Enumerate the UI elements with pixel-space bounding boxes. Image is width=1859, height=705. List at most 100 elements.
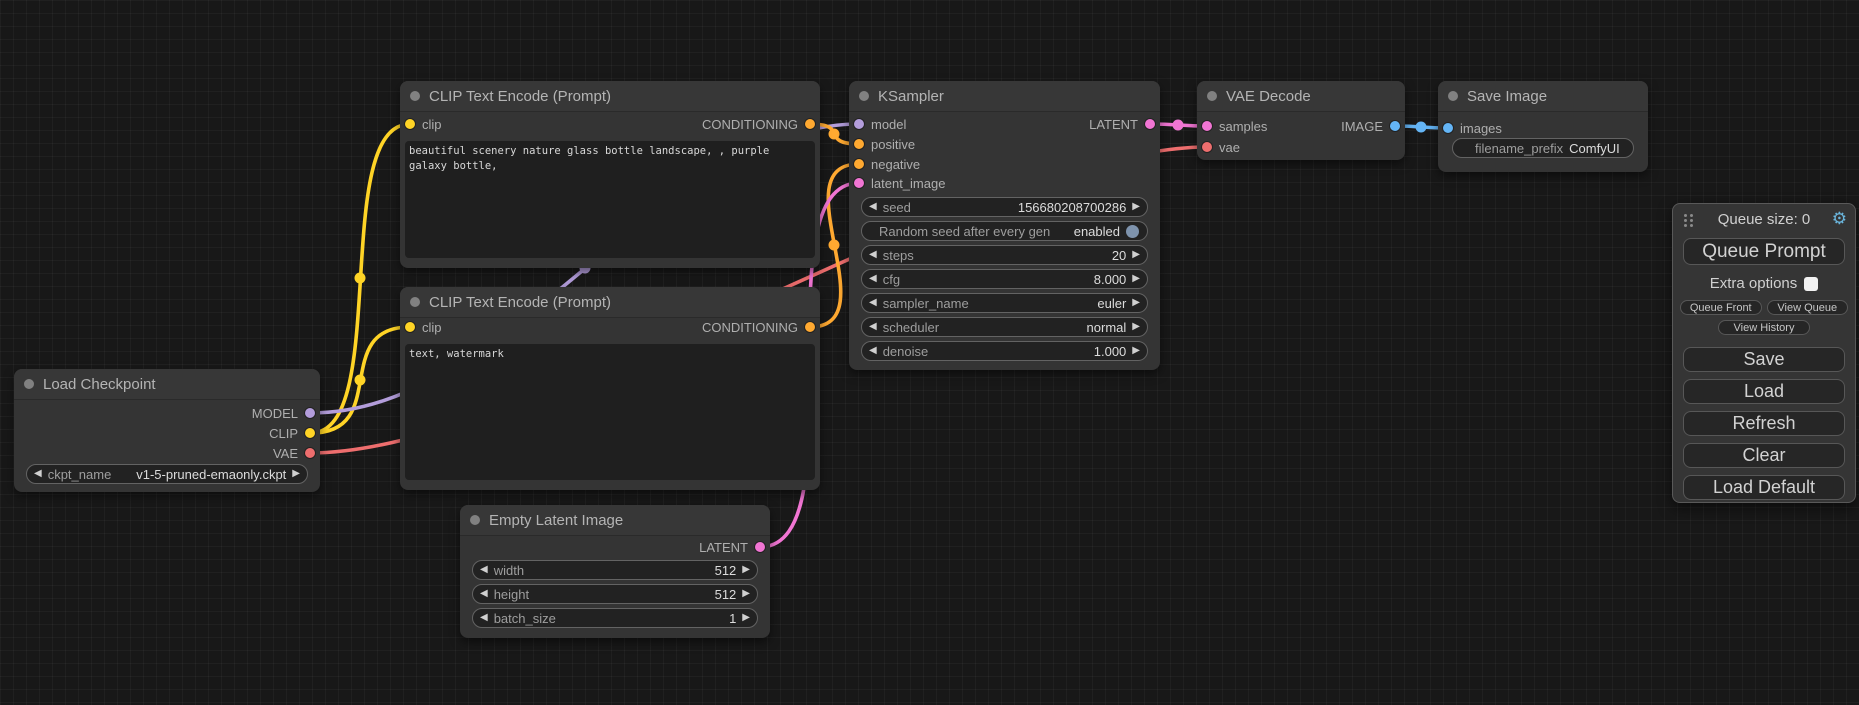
collapse-dot-icon[interactable] xyxy=(1207,91,1217,101)
clip-slot-dot[interactable] xyxy=(305,428,315,438)
collapse-dot-icon[interactable] xyxy=(410,91,420,101)
latent-slot-dot[interactable] xyxy=(854,178,864,188)
decrement-arrow-icon[interactable] xyxy=(869,274,877,284)
model-slot-dot[interactable] xyxy=(854,119,864,129)
width-widget[interactable]: width 512 xyxy=(472,560,758,580)
model-slot-dot[interactable] xyxy=(305,408,315,418)
node-save-image[interactable]: Save Image images filename_prefix ComfyU… xyxy=(1438,81,1648,172)
negative-prompt-textarea[interactable]: text, watermark xyxy=(405,344,815,480)
decrement-arrow-icon[interactable] xyxy=(869,202,877,212)
clip-slot-dot[interactable] xyxy=(405,322,415,332)
input-slot-clip[interactable]: clip xyxy=(405,317,442,337)
drag-handle-icon[interactable] xyxy=(1684,214,1687,217)
increment-arrow-icon[interactable] xyxy=(742,589,750,599)
height-widget[interactable]: height 512 xyxy=(472,584,758,604)
output-slot-conditioning[interactable]: CONDITIONING xyxy=(702,317,815,337)
clip-slot-dot[interactable] xyxy=(405,119,415,129)
node-titlebar[interactable]: Load Checkpoint xyxy=(14,369,320,400)
node-titlebar[interactable]: Empty Latent Image xyxy=(460,505,770,536)
node-titlebar[interactable]: KSampler xyxy=(849,81,1160,112)
denoise-widget[interactable]: denoise 1.000 xyxy=(861,341,1148,361)
increment-arrow-icon[interactable] xyxy=(1132,346,1140,356)
collapse-dot-icon[interactable] xyxy=(410,297,420,307)
increment-arrow-icon[interactable] xyxy=(1132,298,1140,308)
queue-prompt-button[interactable]: Queue Prompt xyxy=(1683,238,1845,265)
batch-size-widget[interactable]: batch_size 1 xyxy=(472,608,758,628)
decrement-arrow-icon[interactable] xyxy=(869,298,877,308)
output-slot-latent[interactable]: LATENT xyxy=(699,537,765,557)
node-titlebar[interactable]: CLIP Text Encode (Prompt) xyxy=(400,81,820,112)
input-slot-samples[interactable]: samples xyxy=(1202,116,1267,136)
input-slot-vae[interactable]: vae xyxy=(1202,137,1240,157)
refresh-button[interactable]: Refresh xyxy=(1683,411,1845,436)
output-slot-conditioning[interactable]: CONDITIONING xyxy=(702,114,815,134)
seed-widget[interactable]: seed 156680208700286 xyxy=(861,197,1148,217)
increment-arrow-icon[interactable] xyxy=(1132,322,1140,332)
filename-prefix-widget[interactable]: filename_prefix ComfyUI xyxy=(1452,138,1634,158)
view-queue-button[interactable]: View Queue xyxy=(1767,300,1849,315)
input-slot-model[interactable]: model xyxy=(854,114,906,134)
load-button[interactable]: Load xyxy=(1683,379,1845,404)
positive-prompt-textarea[interactable]: beautiful scenery nature glass bottle la… xyxy=(405,141,815,258)
toggle-knob-icon[interactable] xyxy=(1126,225,1139,238)
collapse-dot-icon[interactable] xyxy=(24,379,34,389)
conditioning-slot-dot[interactable] xyxy=(854,139,864,149)
sampler-name-widget[interactable]: sampler_name euler xyxy=(861,293,1148,313)
image-slot-dot[interactable] xyxy=(1390,121,1400,131)
view-history-button[interactable]: View History xyxy=(1718,320,1810,335)
node-load-checkpoint[interactable]: Load Checkpoint MODEL CLIP VAE ckpt_name… xyxy=(14,369,320,492)
output-slot-image[interactable]: IMAGE xyxy=(1341,116,1400,136)
output-slot-vae[interactable]: VAE xyxy=(273,443,315,463)
input-slot-positive[interactable]: positive xyxy=(854,134,915,154)
output-slot-model[interactable]: MODEL xyxy=(252,403,315,423)
node-clip-text-encode-positive[interactable]: CLIP Text Encode (Prompt) clip CONDITION… xyxy=(400,81,820,268)
steps-widget[interactable]: steps 20 xyxy=(861,245,1148,265)
scheduler-widget[interactable]: scheduler normal xyxy=(861,317,1148,337)
collapse-dot-icon[interactable] xyxy=(1448,91,1458,101)
node-titlebar[interactable]: Save Image xyxy=(1438,81,1648,112)
output-slot-clip[interactable]: CLIP xyxy=(269,423,315,443)
increment-arrow-icon[interactable] xyxy=(1132,250,1140,260)
save-button[interactable]: Save xyxy=(1683,347,1845,372)
comfyui-canvas[interactable]: { "colors": { "model": "#b39ddb", "clip"… xyxy=(0,0,1859,705)
image-slot-dot[interactable] xyxy=(1443,123,1453,133)
increment-arrow-icon[interactable] xyxy=(1132,202,1140,212)
increment-arrow-icon[interactable] xyxy=(742,613,750,623)
settings-gear-icon[interactable] xyxy=(1832,209,1847,229)
decrement-arrow-icon[interactable] xyxy=(480,613,488,623)
queue-front-button[interactable]: Queue Front xyxy=(1680,300,1762,315)
output-slot-latent[interactable]: LATENT xyxy=(1089,114,1155,134)
conditioning-slot-dot[interactable] xyxy=(854,159,864,169)
decrement-arrow-icon[interactable] xyxy=(869,250,877,260)
ckpt-name-widget[interactable]: ckpt_name v1-5-pruned-emaonly.ckpt xyxy=(26,464,308,484)
clear-button[interactable]: Clear xyxy=(1683,443,1845,468)
input-slot-negative[interactable]: negative xyxy=(854,154,920,174)
random-seed-toggle-widget[interactable]: Random seed after every gen enabled xyxy=(861,221,1148,241)
vae-slot-dot[interactable] xyxy=(1202,142,1212,152)
conditioning-slot-dot[interactable] xyxy=(805,322,815,332)
conditioning-slot-dot[interactable] xyxy=(805,119,815,129)
vae-slot-dot[interactable] xyxy=(305,448,315,458)
collapse-dot-icon[interactable] xyxy=(470,515,480,525)
increment-arrow-icon[interactable] xyxy=(742,565,750,575)
node-empty-latent-image[interactable]: Empty Latent Image LATENT width 512 heig… xyxy=(460,505,770,638)
decrement-arrow-icon[interactable] xyxy=(34,469,42,479)
node-ksampler[interactable]: KSampler model positive negative latent_… xyxy=(849,81,1160,370)
extra-options-checkbox[interactable] xyxy=(1804,277,1818,291)
input-slot-images[interactable]: images xyxy=(1443,118,1502,138)
input-slot-clip[interactable]: clip xyxy=(405,114,442,134)
increment-arrow-icon[interactable] xyxy=(1132,274,1140,284)
cfg-widget[interactable]: cfg 8.000 xyxy=(861,269,1148,289)
node-vae-decode[interactable]: VAE Decode samples vae IMAGE xyxy=(1197,81,1405,160)
node-clip-text-encode-negative[interactable]: CLIP Text Encode (Prompt) clip CONDITION… xyxy=(400,287,820,490)
node-titlebar[interactable]: VAE Decode xyxy=(1197,81,1405,112)
decrement-arrow-icon[interactable] xyxy=(480,565,488,575)
load-default-button[interactable]: Load Default xyxy=(1683,475,1845,500)
latent-slot-dot[interactable] xyxy=(1145,119,1155,129)
latent-slot-dot[interactable] xyxy=(755,542,765,552)
increment-arrow-icon[interactable] xyxy=(292,469,300,479)
collapse-dot-icon[interactable] xyxy=(859,91,869,101)
decrement-arrow-icon[interactable] xyxy=(869,346,877,356)
node-titlebar[interactable]: CLIP Text Encode (Prompt) xyxy=(400,287,820,318)
latent-slot-dot[interactable] xyxy=(1202,121,1212,131)
